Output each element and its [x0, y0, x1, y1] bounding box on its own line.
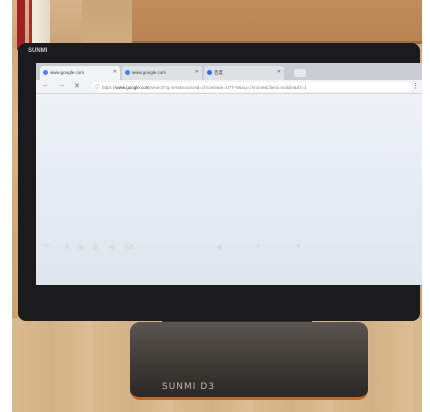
tab-2[interactable]: www.google.com ✕	[122, 66, 202, 80]
browser-toolbar: ← → ✕ ⓘ https://www.google.com/search?q=…	[36, 80, 422, 94]
base-logo: SUNMI D3	[162, 382, 215, 392]
close-icon[interactable]: ✕	[74, 82, 80, 90]
settings-icon[interactable]: ◉	[78, 243, 84, 251]
tab-bar: www.google.com ✕ www.google.com ✕ 百度 ✕	[36, 63, 422, 80]
tab-title: www.google.com	[50, 70, 85, 75]
google-favicon-icon	[125, 70, 130, 75]
volume-icon[interactable]: ◀)	[108, 243, 116, 251]
tab-3[interactable]: 百度 ✕	[204, 66, 284, 80]
tab-title: 百度	[214, 70, 223, 75]
baidu-favicon-icon	[207, 70, 212, 75]
close-tab-icon[interactable]: ✕	[277, 69, 281, 75]
device-brand: SUNMI	[28, 48, 48, 54]
info-icon[interactable]: ⓘ	[94, 83, 100, 92]
url-host: www.google.com	[115, 84, 150, 90]
more-vert-icon[interactable]: ⋮	[412, 82, 419, 90]
back-icon[interactable]: ◀	[216, 243, 221, 251]
arrow-right-icon[interactable]: →	[58, 82, 65, 89]
close-tab-icon[interactable]: ✕	[195, 69, 199, 75]
address-bar[interactable]: ⓘ https://www.google.com/search?q=test&s…	[92, 82, 412, 92]
more-dots-icon[interactable]: •••	[42, 243, 49, 250]
bluetooth-icon[interactable]: ✱	[64, 243, 70, 251]
url-scheme: https://	[102, 84, 116, 90]
url-path: /search?q=test&sourceid=chrome&ie=UTF-8&…	[149, 84, 307, 90]
arrow-left-icon[interactable]: ←	[42, 82, 49, 89]
tab-1[interactable]: www.google.com ✕	[40, 66, 120, 80]
close-tab-icon[interactable]: ✕	[113, 69, 117, 75]
photo-background: SUNMI D3 SUNMI www.google.com ✕ www.goog…	[12, 0, 422, 412]
background-shelf	[132, 0, 422, 44]
keyboard-icon[interactable]: ⌨	[124, 243, 134, 251]
screenshot-icon[interactable]: ▣	[92, 243, 99, 251]
recents-icon[interactable]: ■	[296, 243, 300, 250]
android-nav-bar: ••• ✱ ◉ ▣ ◀) ⌨ ◀ ● ■	[30, 243, 416, 259]
home-icon[interactable]: ●	[256, 243, 260, 250]
tab-title: www.google.com	[132, 70, 167, 75]
new-tab-button[interactable]	[294, 69, 306, 77]
google-favicon-icon	[43, 70, 48, 75]
